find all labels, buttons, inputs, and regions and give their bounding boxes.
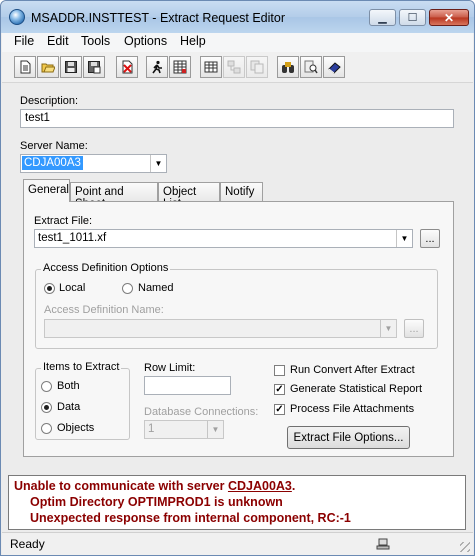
open-button[interactable] — [37, 56, 59, 78]
editor-window: MSADDR.INSTTEST - Extract Request Editor… — [0, 0, 475, 556]
maximize-button[interactable]: ☐ — [399, 9, 426, 26]
database-connections-label: Database Connections: — [144, 406, 259, 418]
run-button[interactable] — [146, 56, 168, 78]
save-as-button[interactable] — [83, 56, 105, 78]
data-radio[interactable] — [41, 402, 52, 413]
title-bar[interactable]: MSADDR.INSTTEST - Extract Request Editor… — [1, 1, 474, 33]
table-editor-button[interactable] — [200, 56, 222, 78]
database-connections-select[interactable]: 1 ▼ — [144, 420, 224, 439]
named-label: Named — [138, 282, 174, 294]
both-label: Both — [57, 380, 80, 392]
server-link[interactable]: CDJA00A3 — [228, 479, 292, 493]
process-file-attachments-label: Process File Attachments — [290, 403, 415, 415]
access-definition-title: Access Definition Options — [41, 262, 171, 274]
both-radio[interactable] — [41, 381, 52, 392]
menu-tools[interactable]: Tools — [81, 34, 110, 48]
tab-point-and-shoot[interactable]: Point and Shoot — [70, 182, 158, 210]
server-name-label: Server Name: — [20, 140, 88, 152]
generate-statistical-report-checkbox[interactable]: ✓ — [274, 384, 285, 395]
delete-icon — [122, 60, 133, 74]
access-definition-browse-button[interactable]: ... — [404, 319, 424, 338]
objects-label: Objects — [57, 422, 95, 434]
chevron-down-icon: ▼ — [207, 421, 223, 438]
tab-object-list[interactable]: Object List — [158, 182, 220, 210]
new-button[interactable] — [14, 56, 36, 78]
minimize-icon: ▁ — [378, 12, 387, 24]
message-box: Unable to communicate with server CDJA00… — [8, 475, 466, 530]
binoculars-icon — [282, 62, 294, 73]
run-icon — [152, 60, 162, 74]
local-radio[interactable] — [44, 283, 55, 294]
search-button[interactable] — [300, 56, 322, 78]
chevron-down-icon: ▼ — [380, 320, 396, 337]
extract-file-browse-button[interactable]: ... — [420, 229, 440, 248]
new-document-icon — [20, 60, 31, 74]
close-button[interactable]: ✕ — [429, 9, 469, 26]
message-line-1-prefix: Unable to communicate with server — [14, 479, 228, 493]
copy-button[interactable] — [246, 56, 268, 78]
description-input[interactable]: test1 — [20, 109, 454, 128]
extract-file-label: Extract File: — [34, 215, 93, 227]
menu-options[interactable]: Options — [124, 34, 167, 48]
copy-icon — [250, 60, 264, 74]
row-limit-input[interactable] — [144, 376, 231, 395]
book-button[interactable] — [323, 56, 345, 78]
chevron-down-icon[interactable]: ▼ — [150, 155, 166, 172]
menu-edit[interactable]: Edit — [47, 34, 69, 48]
extract-file-options-button[interactable]: Extract File Options... — [287, 426, 410, 449]
run-convert-checkbox[interactable] — [274, 365, 285, 376]
close-icon: ✕ — [443, 10, 455, 25]
generate-statistical-report-label: Generate Statistical Report — [290, 383, 423, 395]
window-title: MSADDR.INSTTEST - Extract Request Editor — [31, 11, 285, 25]
tab-general[interactable]: General — [23, 179, 70, 202]
menu-help[interactable]: Help — [180, 34, 206, 48]
table-icon — [173, 60, 187, 74]
search-icon — [304, 60, 318, 74]
database-connections-value: 1 — [148, 423, 155, 435]
relationships-button[interactable] — [223, 56, 245, 78]
save-icon — [65, 61, 77, 73]
toolbar — [2, 52, 473, 83]
extract-file-select[interactable]: test1_1011.xf ▼ — [34, 229, 413, 248]
server-name-value: CDJA00A3 — [22, 156, 83, 170]
message-line-3: Unexpected response from internal compon… — [30, 511, 351, 525]
delete-button[interactable] — [116, 56, 138, 78]
maximize-icon: ☐ — [407, 12, 418, 24]
status-text: Ready — [10, 537, 45, 551]
objects-radio[interactable] — [41, 423, 52, 434]
app-icon — [9, 9, 25, 25]
run-convert-label: Run Convert After Extract — [290, 364, 415, 376]
find-button[interactable] — [277, 56, 299, 78]
menu-file[interactable]: File — [14, 34, 34, 48]
message-line-1: Unable to communicate with server CDJA00… — [14, 479, 295, 493]
description-label: Description: — [20, 95, 79, 107]
menu-bar: File Edit Tools Options Help — [2, 33, 473, 52]
save-as-icon — [88, 61, 101, 74]
relationships-icon — [227, 60, 241, 74]
chevron-down-icon[interactable]: ▼ — [396, 230, 412, 247]
process-file-attachments-checkbox[interactable]: ✓ — [274, 404, 285, 415]
connection-status-icon — [376, 538, 390, 550]
open-folder-icon — [41, 63, 55, 73]
extract-file-value: test1_1011.xf — [38, 232, 107, 244]
items-to-extract-title: Items to Extract — [41, 361, 122, 373]
table-editor-icon — [204, 61, 218, 73]
minimize-button[interactable]: ▁ — [369, 9, 396, 26]
status-bar: Ready — [2, 532, 473, 555]
message-line-1-suffix: . — [291, 479, 296, 493]
server-name-select[interactable]: CDJA00A3 ▼ — [20, 154, 167, 173]
table-button[interactable] — [169, 56, 191, 78]
message-line-2: Optim Directory OPTIMPROD1 is unknown — [30, 495, 283, 509]
resize-grip[interactable] — [460, 542, 470, 552]
local-label: Local — [59, 282, 86, 294]
access-definition-name-select[interactable]: ▼ — [44, 319, 397, 338]
named-radio[interactable] — [122, 283, 133, 294]
access-definition-name-label: Access Definition Name: — [44, 304, 164, 316]
book-icon — [328, 62, 341, 74]
save-button[interactable] — [60, 56, 82, 78]
tab-notify[interactable]: Notify — [220, 182, 263, 202]
data-label: Data — [57, 401, 81, 413]
row-limit-label: Row Limit: — [144, 362, 196, 374]
